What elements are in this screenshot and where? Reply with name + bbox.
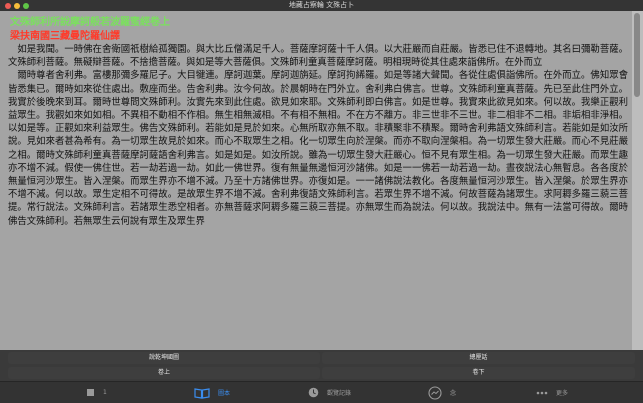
stats-icon bbox=[428, 385, 442, 400]
app-window: 地藏占察輪 文殊占卜 文殊師利所說摩訶般若波羅蜜經卷上 梁扶南國三藏曼陀羅仙譯 … bbox=[0, 0, 643, 403]
scrollbar-thumb[interactable] bbox=[634, 13, 640, 97]
tab-history-label: 觀覽記錄 bbox=[327, 390, 352, 397]
bookmark-icon bbox=[87, 389, 94, 396]
translator-line: 梁扶南國三藏曼陀羅仙譯 bbox=[10, 31, 120, 42]
history-icon bbox=[308, 387, 319, 398]
tab-more-label: 更多 bbox=[556, 390, 569, 397]
more-icon bbox=[536, 391, 548, 394]
button-row-2: 卷上 卷下 bbox=[8, 367, 635, 379]
title-bar: 地藏占察輪 文殊占卜 bbox=[0, 0, 643, 11]
volume-upper-button[interactable]: 卷上 bbox=[8, 367, 320, 379]
volume-lower-button[interactable]: 卷下 bbox=[322, 367, 635, 379]
tab-more[interactable]: 更多 bbox=[536, 382, 568, 403]
book-icon bbox=[194, 387, 210, 399]
tab-book[interactable]: 圖本 bbox=[194, 382, 230, 403]
window-title: 地藏占察輪 文殊占卜 bbox=[288, 1, 355, 9]
tab-stats[interactable]: 念 bbox=[428, 382, 456, 403]
scripture-body: 如是我聞。一時佛在舍衛國祇樹給孤獨園。與大比丘僧滿足千人。菩薩摩訶薩十千人俱。以… bbox=[8, 44, 628, 227]
reading-pane[interactable]: 文殊師利所說摩訶般若波羅蜜經卷上 梁扶南國三藏曼陀羅仙譯 如是我聞。一時佛在舍衛… bbox=[0, 11, 632, 350]
tab-bar: 1 圖本 觀覽記錄 念 更多 bbox=[0, 381, 643, 403]
tab-book-label: 圖本 bbox=[218, 390, 231, 397]
tab-bookmark-label: 1 bbox=[103, 389, 107, 396]
tab-history[interactable]: 觀覽記錄 bbox=[308, 382, 351, 403]
tab-stats-label: 念 bbox=[450, 390, 457, 397]
scripture-title: 文殊師利所說摩訶般若波羅蜜經卷上 bbox=[10, 17, 170, 28]
diagram-button[interactable]: 說乾坤國圖 bbox=[8, 352, 320, 364]
vertical-scrollbar[interactable] bbox=[632, 11, 643, 350]
summary-button[interactable]: 總厘話 bbox=[322, 352, 635, 364]
tab-bookmark[interactable]: 1 bbox=[86, 382, 107, 403]
button-row-1: 說乾坤國圖 總厘話 bbox=[8, 352, 635, 364]
